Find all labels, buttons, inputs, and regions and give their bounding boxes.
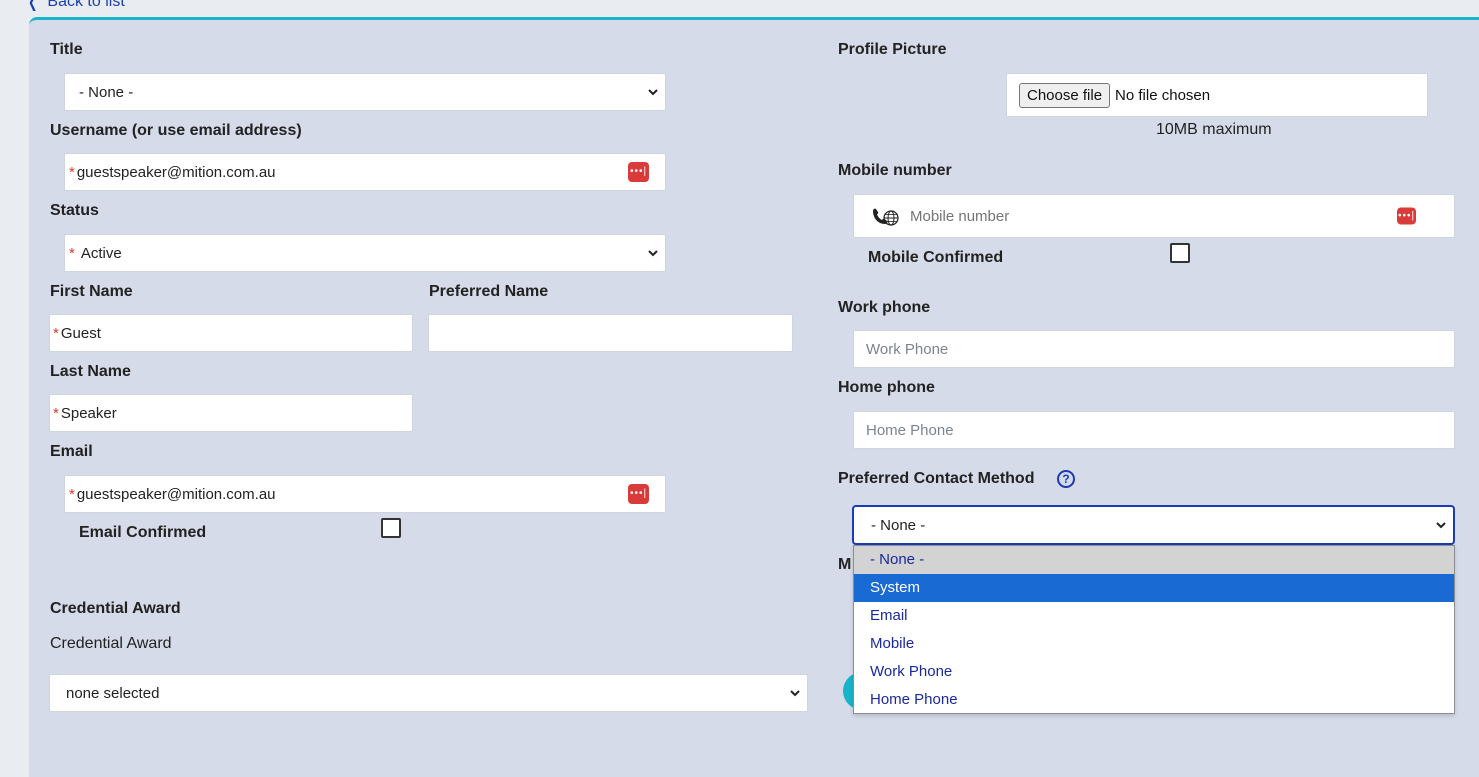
chevron-down-icon (648, 250, 658, 257)
file-status: No file chosen (1115, 86, 1211, 104)
last-name-value: Speaker (60, 404, 117, 422)
preferred-name-label: Preferred Name (429, 283, 549, 300)
chevron-left-icon: ❮ (28, 0, 38, 11)
chevron-down-icon (790, 690, 800, 697)
password-manager-icon[interactable]: •••| (628, 162, 649, 182)
profile-picture-input[interactable]: Choose file No file chosen (1006, 73, 1428, 117)
username-label: Username (or use email address) (50, 122, 302, 139)
mobile-number-label: Mobile number (838, 162, 952, 179)
home-phone-label: Home phone (838, 379, 935, 396)
email-label: Email (50, 443, 93, 460)
status-label: Status (50, 202, 99, 219)
mobile-number-field[interactable] (908, 206, 1368, 226)
first-name-label: First Name (50, 283, 133, 300)
required-marker: * (53, 324, 59, 342)
option-mobile[interactable]: Mobile (854, 630, 1454, 658)
last-name-label: Last Name (50, 363, 131, 380)
option-none[interactable]: - None - (854, 546, 1454, 574)
credential-award-select[interactable]: none selected (49, 674, 808, 712)
option-home-phone[interactable]: Home Phone (854, 686, 1454, 714)
password-manager-icon[interactable]: •••| (628, 484, 649, 504)
last-name-input[interactable]: * Speaker (49, 394, 413, 432)
mobile-number-input[interactable]: •••| (853, 194, 1455, 238)
work-phone-input[interactable]: Work Phone (853, 330, 1455, 368)
preferred-name-input[interactable] (428, 314, 793, 352)
status-select-value: Active (80, 244, 122, 262)
option-system[interactable]: System (854, 574, 1454, 602)
email-confirmed-label: Email Confirmed (79, 524, 207, 541)
required-marker: * (69, 485, 75, 503)
profile-picture-label: Profile Picture (838, 41, 947, 58)
preferred-contact-value: - None - (871, 516, 926, 534)
preferred-contact-select[interactable]: - None - (852, 505, 1455, 545)
mobile-confirmed-checkbox[interactable] (1170, 243, 1190, 263)
help-circle-icon[interactable]: ? (1057, 470, 1075, 488)
file-size-hint: 10MB maximum (1156, 121, 1272, 138)
title-select-value: - None - (79, 83, 134, 101)
chevron-down-icon (648, 89, 658, 96)
home-phone-input[interactable]: Home Phone (853, 411, 1455, 449)
work-phone-placeholder: Work Phone (866, 340, 949, 358)
back-to-list-label: Back to list (47, 0, 125, 10)
required-marker: * (53, 404, 59, 422)
option-work-phone[interactable]: Work Phone (854, 658, 1454, 686)
credential-award-label: Credential Award (50, 635, 172, 652)
first-name-input[interactable]: * Guest (49, 314, 413, 352)
email-value: guestspeaker@mition.com.au (76, 485, 276, 503)
required-marker: * (69, 244, 75, 262)
email-confirmed-checkbox[interactable] (381, 518, 401, 538)
credential-award-value: none selected (66, 684, 160, 702)
home-phone-placeholder: Home Phone (866, 421, 954, 439)
first-name-value: Guest (60, 324, 101, 342)
title-label: Title (50, 41, 83, 58)
option-email[interactable]: Email (854, 602, 1454, 630)
required-marker: * (69, 163, 75, 181)
preferred-contact-label: Preferred Contact Method (838, 470, 1035, 487)
preferred-contact-options: - None - System Email Mobile Work Phone … (853, 545, 1455, 714)
password-manager-icon[interactable]: •••| (1397, 207, 1416, 225)
mobile-confirmed-label: Mobile Confirmed (868, 249, 1004, 266)
title-select[interactable]: - None - (64, 73, 666, 111)
choose-file-button[interactable]: Choose file (1019, 82, 1111, 108)
work-phone-label: Work phone (838, 299, 931, 316)
username-input[interactable]: * guestspeaker@mition.com.au •••| (64, 153, 666, 191)
partially-hidden-label: M (838, 556, 852, 573)
username-value: guestspeaker@mition.com.au (76, 163, 276, 181)
status-select[interactable]: * Active (64, 234, 666, 272)
back-to-list-link[interactable]: ❮ Back to list (26, 0, 125, 12)
phone-globe-icon (873, 208, 899, 226)
credential-award-section-label: Credential Award (50, 600, 181, 617)
chevron-down-icon (1436, 522, 1446, 529)
email-input[interactable]: * guestspeaker@mition.com.au •••| (64, 475, 666, 513)
